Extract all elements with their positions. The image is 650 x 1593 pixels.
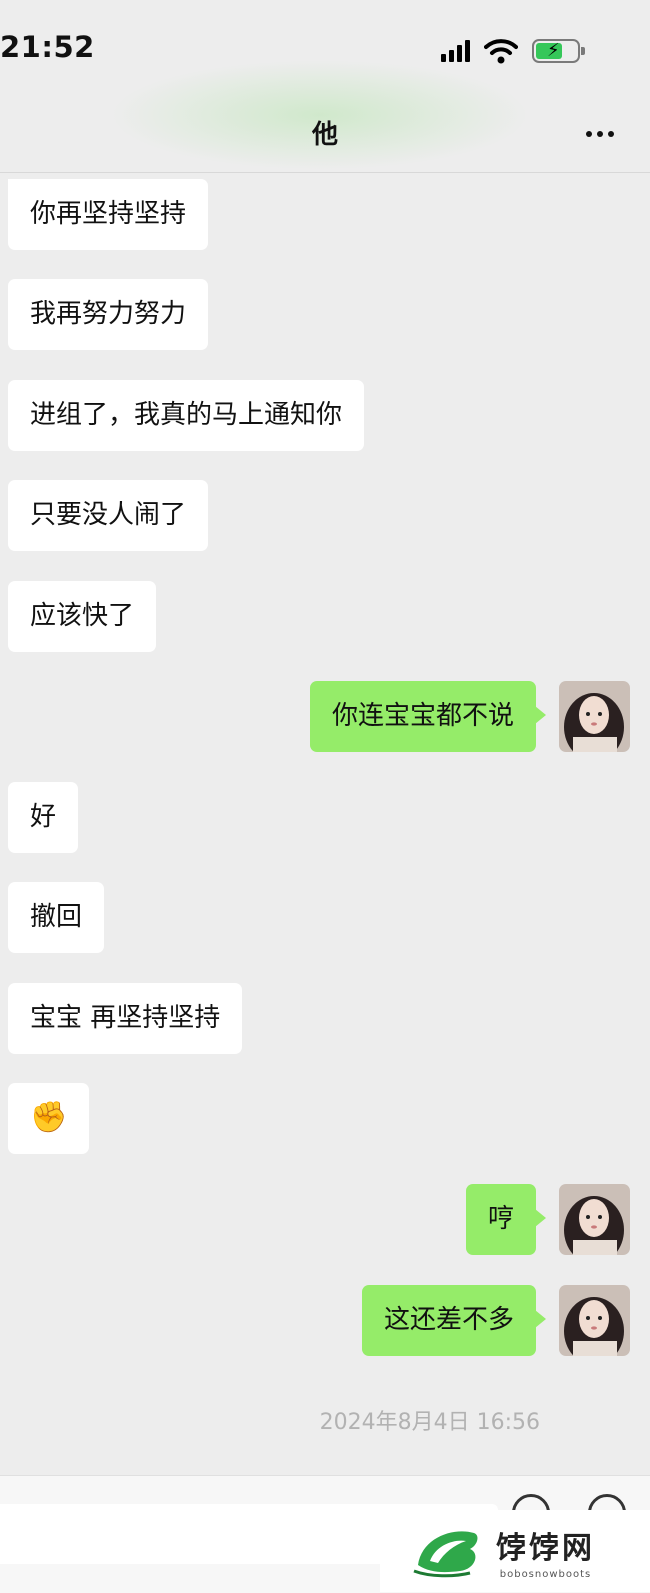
watermark-subtitle: bobosnowboots (499, 1568, 592, 1580)
user-avatar[interactable] (559, 681, 630, 752)
message-incoming[interactable]: 宝宝 再坚持坚持 (8, 983, 243, 1054)
timestamp-text: 2024年8月4日 16:56 (319, 1410, 540, 1435)
message-incoming[interactable]: 你再坚持坚持 (8, 179, 209, 250)
user-avatar[interactable] (559, 1184, 630, 1255)
message-outgoing[interactable]: 你连宝宝都不说 (309, 681, 547, 752)
wifi-icon (484, 39, 518, 64)
message-incoming[interactable]: 撤回 (8, 882, 105, 953)
user-avatar[interactable] (559, 1285, 630, 1356)
status-time: 21:52 (0, 30, 95, 64)
watermark-title: 饽饽网 (496, 1530, 595, 1566)
message-outgoing[interactable]: 哼 (465, 1184, 547, 1255)
more-options-icon[interactable] (578, 116, 622, 152)
message-incoming[interactable]: 进组了，我真的马上通知你 (8, 380, 365, 451)
message-incoming[interactable]: 好 (8, 782, 79, 853)
chat-title: 他 (311, 120, 338, 150)
cellular-signal-icon (441, 40, 470, 62)
message-incoming-emoji[interactable]: ✊ (8, 1083, 90, 1154)
battery-icon: ⚡ (532, 39, 585, 63)
watermark-logo-icon (413, 1531, 478, 1578)
message-incoming[interactable]: 应该快了 (8, 581, 157, 652)
chat-timestamp: 2024年8月4日 16:56 (0, 1404, 540, 1436)
message-incoming[interactable]: 我再努力努力 (8, 279, 209, 350)
message-outgoing[interactable]: 这还差不多 (361, 1285, 547, 1356)
message-incoming[interactable]: 只要没人闹了 (8, 480, 209, 551)
watermark: 饽饽网 bobosnowboots (380, 1510, 650, 1592)
chat-header: 他 (0, 100, 650, 173)
